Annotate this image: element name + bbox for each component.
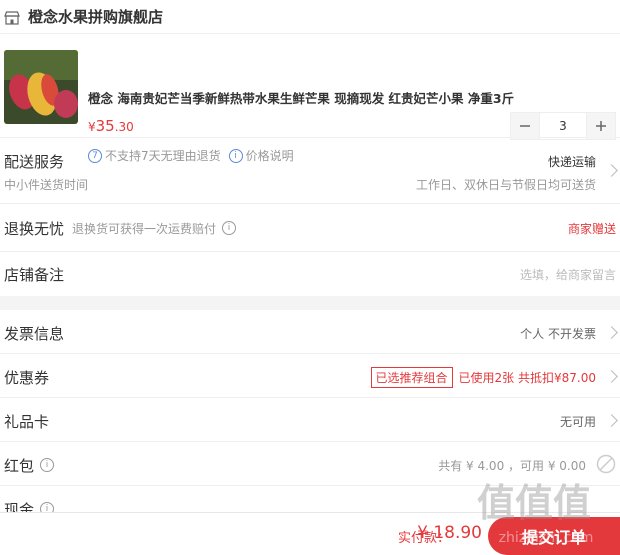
shop-header: 橙念水果拼购旗舰店: [0, 0, 620, 34]
store-name[interactable]: 橙念水果拼购旗舰店: [28, 6, 163, 27]
remark-label: 店铺备注: [4, 266, 65, 284]
chevron-right-icon: [605, 370, 618, 383]
quantity-stepper: 3: [510, 112, 616, 140]
coupon-label: 优惠券: [4, 369, 50, 387]
delivery-row[interactable]: 配送服务 中小件送货时间 快递运输 工作日、双休日与节假日均可送货: [0, 138, 620, 204]
product-title[interactable]: 橙念 海南贵妃芒当季新鲜热带水果生鲜芒果 现摘现发 红贵妃芒小果 净重3斤: [88, 88, 514, 107]
info-icon[interactable]: i: [222, 221, 236, 235]
delivery-method: 快递运输: [547, 155, 596, 169]
decrease-button[interactable]: [510, 112, 540, 140]
section-divider: [0, 296, 620, 310]
exchange-label: 退换无忧: [4, 220, 65, 238]
checkout-bar: 实付款： ¥ 18.90 提交订单: [0, 512, 620, 555]
delivery-sub: 中小件送货时间: [4, 178, 89, 192]
store-icon: [4, 10, 20, 25]
disabled-icon[interactable]: [596, 454, 616, 478]
price-currency: ¥: [88, 120, 96, 134]
invoice-row[interactable]: 发票信息 个人 不开发票: [0, 310, 620, 354]
product-thumbnail[interactable]: [4, 50, 78, 124]
increase-button[interactable]: [586, 112, 616, 140]
delivery-label: 配送服务: [4, 153, 65, 171]
product-item: 橙念 海南贵妃芒当季新鲜热带水果生鲜芒果 现摘现发 红贵妃芒小果 净重3斤 ¥3…: [0, 34, 620, 163]
exchange-value: 商家赠送: [567, 222, 616, 236]
quantity-value[interactable]: 3: [540, 112, 586, 140]
giftcard-row[interactable]: 礼品卡 无可用: [0, 398, 620, 442]
invoice-value: 个人 不开发票: [520, 327, 596, 341]
redpacket-label: 红包: [4, 457, 35, 475]
giftcard-value: 无可用: [559, 415, 596, 429]
remark-row: 店铺备注 选填，给商家留言: [0, 252, 620, 296]
submit-order-button[interactable]: 提交订单: [488, 517, 620, 555]
coupon-info: 已选推荐组合 已使用2张 共抵扣¥87.00: [370, 367, 596, 388]
delivery-time: 工作日、双休日与节假日均可送货: [415, 178, 596, 192]
exchange-row[interactable]: 退换无忧 退换货可获得一次运费赔付 i 商家赠送: [0, 204, 620, 252]
invoice-label: 发票信息: [4, 325, 65, 343]
product-price: ¥35.30: [88, 116, 134, 135]
coupon-value: 已使用2张 共抵扣¥87.00: [458, 371, 596, 385]
remark-input[interactable]: 选填，给商家留言: [520, 266, 616, 283]
cash-row[interactable]: 现金 i: [0, 486, 620, 512]
price-integer: 35: [95, 117, 115, 135]
total-value: 18.90: [433, 523, 482, 543]
cash-label: 现金: [4, 501, 35, 512]
info-icon[interactable]: i: [40, 458, 54, 472]
redpacket-row: 红包 i 共有 ¥ 4.00 ，可用 ¥ 0.00: [0, 442, 620, 486]
exchange-sub: 退换货可获得一次运费赔付: [72, 222, 217, 236]
total-amount: ¥ 18.90: [417, 523, 482, 543]
giftcard-label: 礼品卡: [4, 413, 50, 431]
chevron-right-icon: [605, 414, 618, 427]
chevron-right-icon: [605, 326, 618, 339]
coupon-tag: 已选推荐组合: [370, 367, 453, 388]
chevron-right-icon: [605, 164, 618, 177]
price-decimal: .30: [114, 120, 134, 134]
total-currency: ¥: [417, 523, 434, 543]
info-icon[interactable]: i: [40, 502, 54, 512]
coupon-row[interactable]: 优惠券 已选推荐组合 已使用2张 共抵扣¥87.00: [0, 354, 620, 398]
redpacket-value: 共有 ¥ 4.00 ，可用 ¥ 0.00: [438, 459, 586, 473]
